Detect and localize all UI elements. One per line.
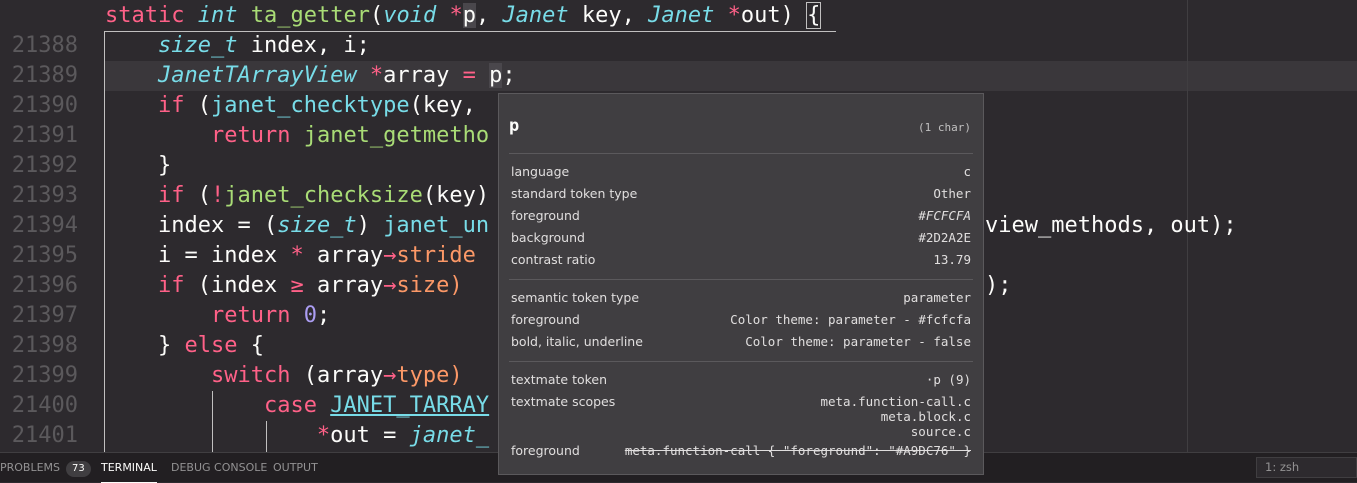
hover-row-standard-token-type: standard token type Other — [511, 186, 971, 201]
terminal-select[interactable]: 1: zsh — [1256, 457, 1357, 478]
hover-row-foreground: foreground #FCFCFA — [511, 208, 971, 223]
tab-debug-console[interactable]: DEBUG CONSOLE — [171, 453, 267, 482]
hover-token-title: p — [509, 116, 520, 136]
code-line[interactable]: 21389 size_t index, i; — [0, 31, 1357, 88]
token-inspector-hover[interactable]: p (1 char) language c standard token type… — [498, 93, 984, 475]
hover-row-semantic-foreground: foreground Color theme: parameter - #fcfc… — [511, 312, 971, 327]
hover-row-contrast-ratio: contrast ratio 13.79 — [511, 252, 971, 267]
hover-row-language: language c — [511, 164, 971, 179]
hover-divider — [509, 361, 973, 362]
hover-row-semantic-token-type: semantic token type parameter — [511, 290, 971, 305]
code-line[interactable]: 21388 static int ta_getter(void *p, Jane… — [0, 1, 1357, 58]
tab-terminal[interactable]: TERMINAL — [101, 453, 157, 483]
tab-problems[interactable]: PROBLEMS 73 — [0, 453, 91, 482]
hover-row-textmate-token: textmate token ·p (9) — [511, 372, 971, 387]
problems-count-badge: 73 — [66, 461, 91, 477]
tab-output[interactable]: OUTPUT — [273, 453, 318, 482]
hover-divider — [509, 279, 973, 280]
code-line[interactable]: 21390 JanetTArrayView *array = p; — [0, 61, 1357, 118]
hover-row-font-style: bold, italic, underline Color theme: para… — [511, 334, 971, 349]
hover-char-count: (1 char) — [918, 121, 971, 134]
hover-row-textmate-foreground: foreground meta.function-call { "foregrou… — [511, 443, 971, 458]
hover-scope-list: meta.function-call.c meta.block.c source… — [820, 394, 971, 439]
hover-row-background: background #2D2A2E — [511, 230, 971, 245]
hover-divider — [509, 153, 973, 154]
